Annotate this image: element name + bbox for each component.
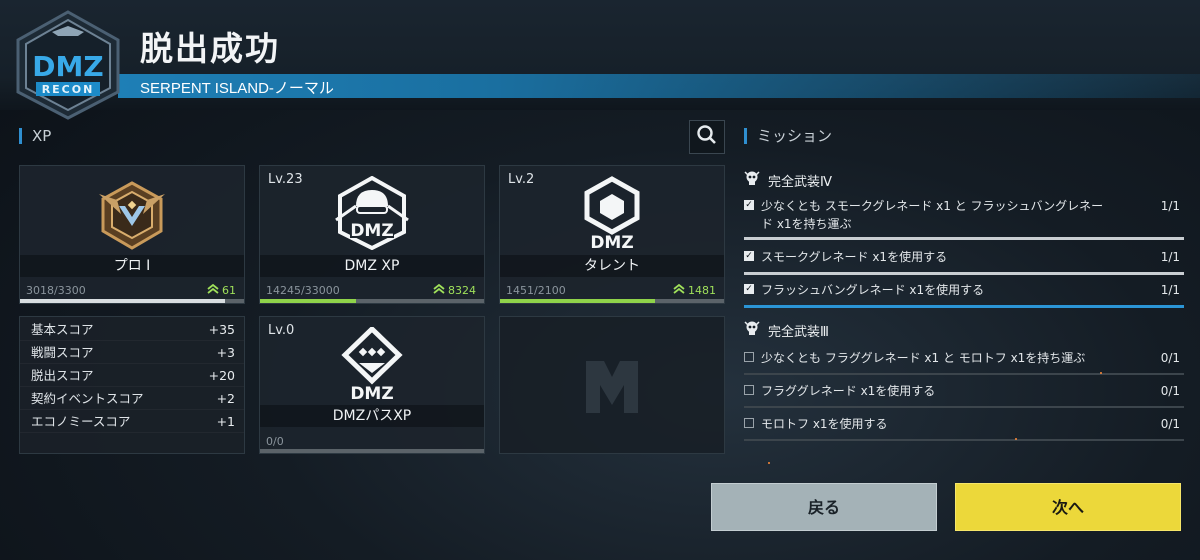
dmz-pass-xp-card[interactable]: Lv.0 DMZ DMZパスXP 0/0: [259, 316, 485, 454]
double-chevron-up-icon: [673, 283, 685, 297]
dmz-operator-icon: DMZ: [332, 175, 412, 254]
map-mode-subtitle: SERPENT ISLAND-ノーマル: [140, 80, 334, 97]
score-row: 契約イベントスコア +2: [20, 387, 244, 410]
checkbox-empty-icon: [744, 418, 754, 428]
card-progress-text: 1451/2100: [506, 284, 566, 297]
page-title: 脱出成功: [140, 29, 280, 68]
mission-progress-line: [744, 406, 1184, 408]
card-progress-text: 14245/33000: [266, 284, 340, 297]
score-row: 戦闘スコア +3: [20, 341, 244, 364]
xp-gain: 61: [207, 283, 236, 297]
mission-group-header: 完全武装Ⅲ: [744, 320, 829, 340]
checkbox-empty-icon: [744, 385, 754, 395]
svg-text:RECON: RECON: [42, 83, 95, 96]
progress-bar: [260, 449, 484, 453]
mission-count: 0/1: [1160, 417, 1180, 431]
mission-item: ✓ 少なくとも スモークグレネード x1 と フラッシュバングレネード x1を持…: [744, 197, 1184, 243]
progress-bar: [20, 299, 244, 303]
card-name: タレント: [500, 255, 724, 277]
locked-card: [499, 316, 725, 454]
svg-text:DMZ: DMZ: [350, 221, 393, 241]
mission-item: フラググレネード x1を使用する 0/1: [744, 382, 1184, 410]
ember-spark: [768, 462, 770, 464]
card-name: DMZ XP: [260, 255, 484, 277]
rank-xp-card[interactable]: プロ I 3018/3300 61: [19, 165, 245, 304]
xp-gain: 8324: [433, 283, 476, 297]
back-button[interactable]: 戻る: [711, 483, 937, 531]
ember-spark: [1015, 438, 1017, 440]
progress-bar: [260, 299, 484, 303]
mission-progress-line: [744, 272, 1184, 275]
card-progress-text: 0/0: [266, 435, 284, 448]
score-row: 基本スコア +35: [20, 318, 244, 341]
checkbox-checked-icon: ✓: [744, 251, 754, 261]
card-level: Lv.0: [268, 323, 295, 338]
talent-xp-card[interactable]: Lv.2 DMZ タレント 1451/2100 1481: [499, 165, 725, 304]
rank-emblem-icon: [97, 180, 167, 256]
mission-count: 1/1: [1160, 283, 1180, 297]
dmz-talent-icon: DMZ: [577, 176, 647, 254]
ember-spark: [1100, 372, 1102, 374]
skull-icon: [744, 170, 760, 190]
card-progress-text: 3018/3300: [26, 284, 86, 297]
mission-item: モロトフ x1を使用する 0/1: [744, 415, 1184, 443]
mission-group-header: 完全武装Ⅳ: [744, 170, 832, 190]
xp-section-label: XP: [19, 128, 51, 144]
svg-text:DMZ: DMZ: [350, 384, 393, 401]
progress-fill: [20, 299, 225, 303]
progress-bar: [500, 299, 724, 303]
search-icon: [696, 124, 718, 150]
dmz-recon-logo: DMZ RECON: [12, 10, 124, 120]
progress-fill: [260, 299, 357, 303]
cod-mobile-logo-icon: [582, 351, 642, 425]
card-level: Lv.23: [268, 172, 303, 187]
missions-section-label: ミッション: [744, 128, 832, 144]
svg-text:DMZ: DMZ: [32, 50, 103, 83]
dmz-xp-card[interactable]: Lv.23 DMZ DMZ XP 14245/33000 8324: [259, 165, 485, 304]
checkbox-checked-icon: ✓: [744, 284, 754, 294]
search-button[interactable]: [689, 120, 725, 154]
svg-text:DMZ: DMZ: [590, 233, 633, 250]
mission-count: 1/1: [1160, 199, 1180, 213]
mission-count: 0/1: [1160, 384, 1180, 398]
mission-count: 0/1: [1160, 351, 1180, 365]
double-chevron-up-icon: [433, 283, 445, 297]
card-name: DMZパスXP: [260, 405, 484, 427]
checkbox-empty-icon: [744, 352, 754, 362]
score-breakdown: 基本スコア +35 戦闘スコア +3 脱出スコア +20 契約イベントスコア +2 エコ…: [19, 316, 245, 454]
xp-gain: 1481: [673, 283, 716, 297]
progress-fill: [500, 299, 655, 303]
score-row: 脱出スコア +20: [20, 364, 244, 387]
card-level: Lv.2: [508, 172, 535, 187]
double-chevron-up-icon: [207, 283, 219, 297]
mission-item: ✓ フラッシュバングレネード x1を使用する 1/1: [744, 281, 1184, 309]
mission-progress-line: [744, 237, 1184, 240]
next-button[interactable]: 次へ: [955, 483, 1181, 531]
mission-progress-line: [744, 305, 1184, 308]
checkbox-checked-icon: ✓: [744, 200, 754, 210]
mission-item: 少なくとも フラググレネード x1 と モロトフ x1を持ち運ぶ 0/1: [744, 349, 1184, 377]
mission-item: ✓ スモークグレネード x1を使用する 1/1: [744, 248, 1184, 275]
score-row: エコノミースコア +1: [20, 410, 244, 433]
card-name: プロ I: [20, 255, 244, 277]
skull-icon: [744, 320, 760, 340]
mission-progress-line: [744, 439, 1184, 441]
mission-progress-line: [744, 373, 1184, 375]
mission-count: 1/1: [1160, 250, 1180, 264]
dmz-pass-icon: DMZ: [337, 325, 407, 405]
